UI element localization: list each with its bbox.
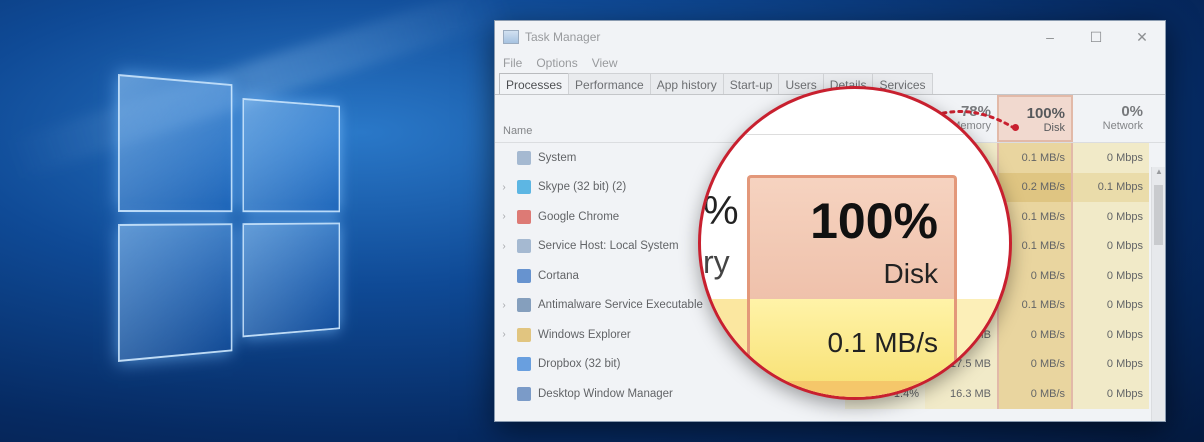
magnifier-left-fragment: % (703, 189, 739, 233)
magnifier-divider (701, 134, 1009, 135)
magnifier-disk-label: Disk (883, 258, 938, 289)
callout-end-dot (1012, 124, 1019, 131)
magnifier-disk-header: 100% Disk (747, 175, 957, 299)
magnifier-left-fragment: ry (703, 244, 730, 280)
callout-connector (904, 110, 1016, 130)
magnifier-callout: % ry 100% Disk 0.1 MB/s (698, 86, 1012, 400)
magnifier-disk-percent: 100% (810, 193, 938, 249)
magnifier-disk-value: 0.1 MB/s (827, 327, 938, 358)
